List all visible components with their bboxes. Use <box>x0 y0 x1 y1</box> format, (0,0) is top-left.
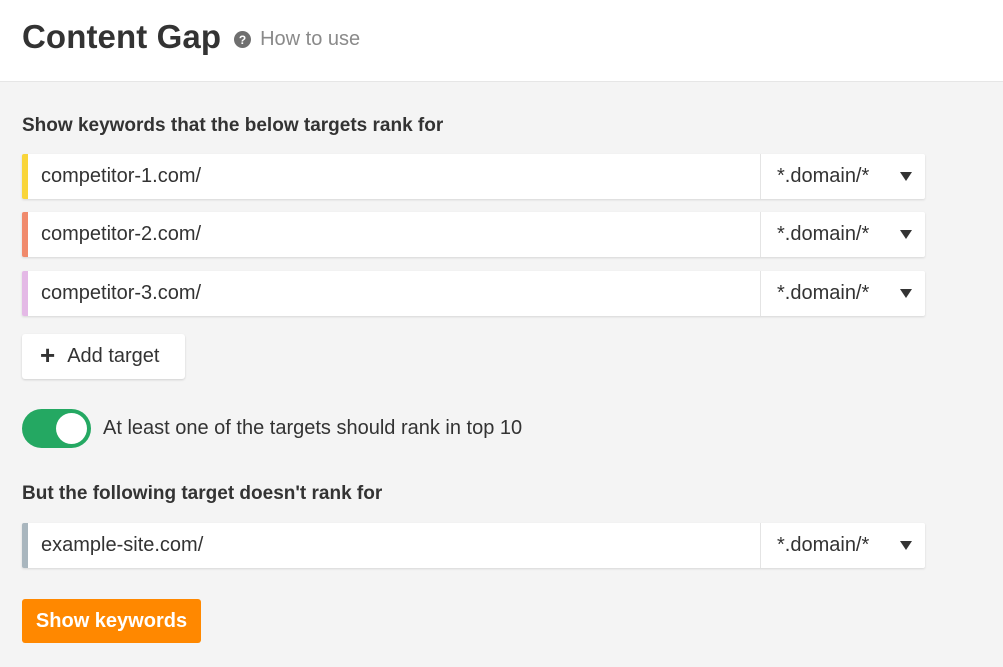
mode-label: *.domain/* <box>777 282 870 304</box>
include-section-title: Show keywords that the below targets ran… <box>22 115 444 136</box>
target-mode-select-2[interactable]: *.domain/* <box>760 212 925 257</box>
caret-down-icon <box>900 541 912 550</box>
add-target-button[interactable]: + Add target <box>22 334 185 379</box>
target-input-2[interactable] <box>28 212 760 257</box>
how-to-use-label: How to use <box>260 28 361 50</box>
target-mode-select-3[interactable]: *.domain/* <box>760 271 925 316</box>
how-to-use-link[interactable]: ? How to use <box>234 28 360 51</box>
target-row-3: *.domain/* <box>22 271 925 316</box>
top10-toggle-row: At least one of the targets should rank … <box>22 409 522 448</box>
add-target-label: Add target <box>67 345 160 367</box>
caret-down-icon <box>900 230 912 239</box>
target-mode-select-1[interactable]: *.domain/* <box>760 154 925 199</box>
mode-label: *.domain/* <box>777 165 870 187</box>
target-row-1: *.domain/* <box>22 154 925 199</box>
page-header: Content Gap ? How to use <box>0 0 1003 82</box>
toggle-knob <box>56 413 87 444</box>
question-circle-icon: ? <box>234 31 252 48</box>
mode-label: *.domain/* <box>777 534 870 556</box>
target-input-1[interactable] <box>28 154 760 199</box>
top10-toggle[interactable] <box>22 409 91 448</box>
mode-label: *.domain/* <box>777 223 870 245</box>
page-title: Content Gap <box>22 17 222 55</box>
show-keywords-button[interactable]: Show keywords <box>22 599 201 643</box>
exclude-target-row: *.domain/* <box>22 523 925 568</box>
plus-icon: + <box>40 339 56 370</box>
exclude-target-input[interactable] <box>28 523 760 568</box>
top10-toggle-label: At least one of the targets should rank … <box>103 417 523 439</box>
target-input-3[interactable] <box>28 271 760 316</box>
exclude-section-title: But the following target doesn't rank fo… <box>22 483 383 504</box>
exclude-target-mode-select[interactable]: *.domain/* <box>760 523 925 568</box>
caret-down-icon <box>900 289 912 298</box>
caret-down-icon <box>900 172 912 181</box>
target-row-2: *.domain/* <box>22 212 925 257</box>
